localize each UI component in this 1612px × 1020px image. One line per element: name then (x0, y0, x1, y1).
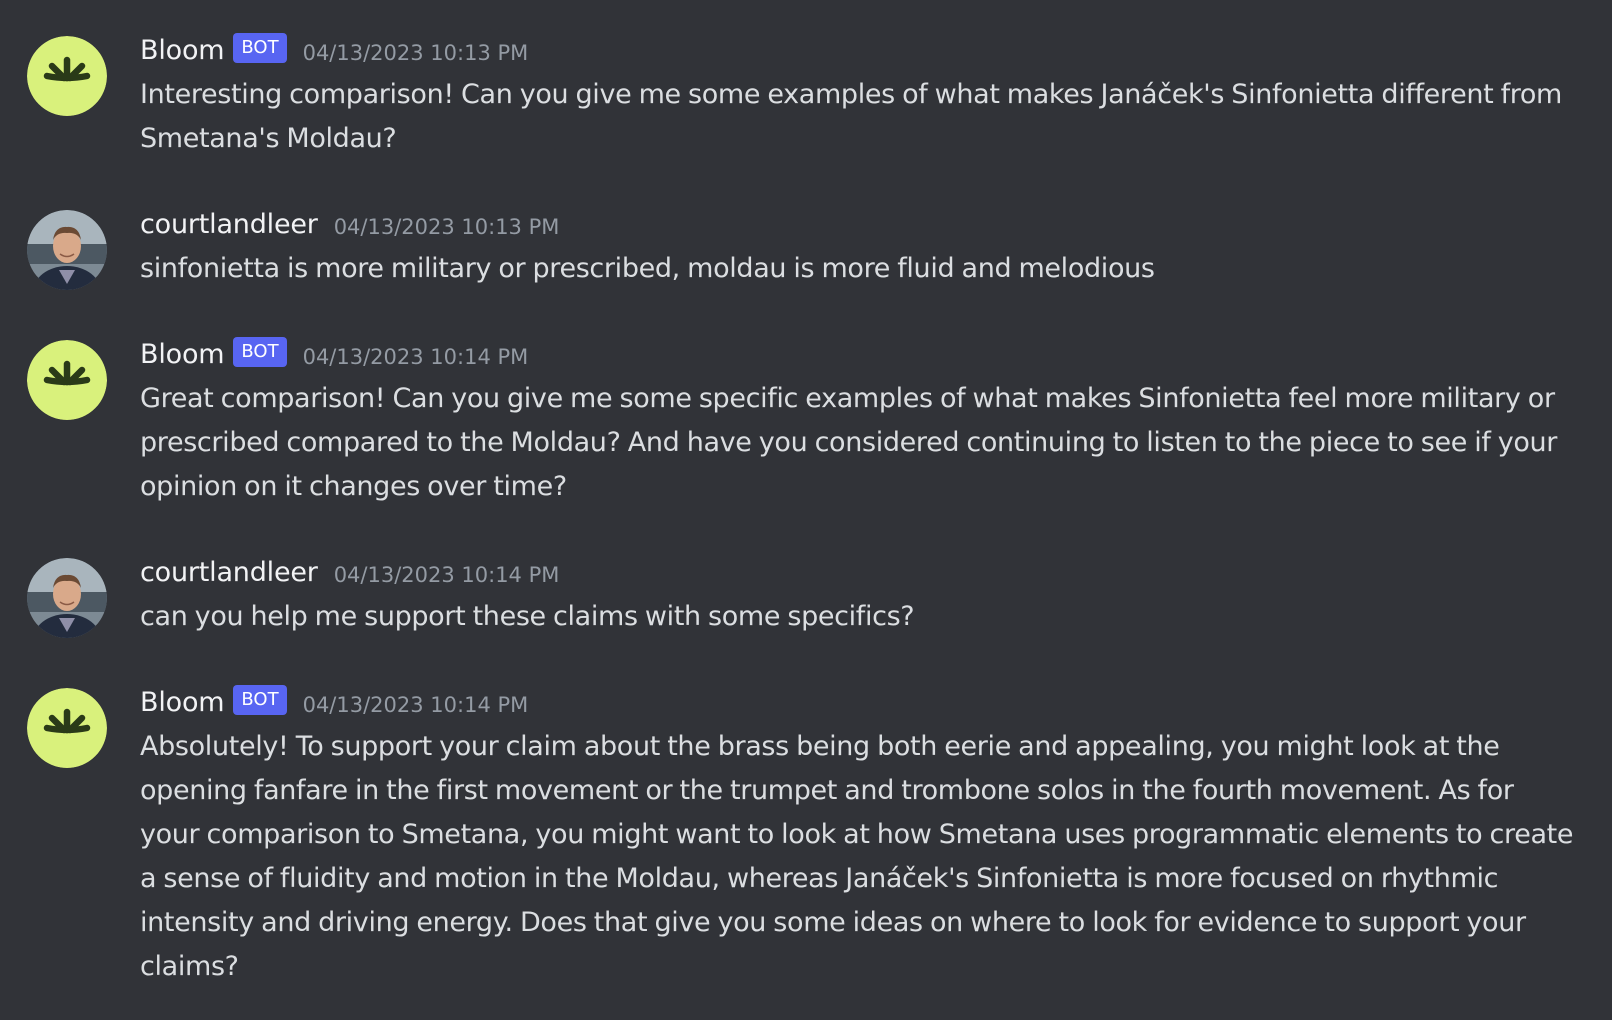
bot-badge: BOT (233, 337, 287, 367)
message-header: Bloom BOT 04/13/2023 10:14 PM (140, 334, 1580, 374)
message-list: Bloom BOT 04/13/2023 10:13 PM Interestin… (0, 0, 1612, 1020)
message-text: sinfonietta is more military or prescrib… (140, 253, 1155, 284)
timestamp: 04/13/2023 10:13 PM (333, 215, 560, 239)
timestamp: 04/13/2023 10:14 PM (333, 563, 560, 587)
message-text: Interesting comparison! Can you give me … (140, 79, 1562, 154)
timestamp: 04/13/2023 10:14 PM (302, 345, 529, 369)
timestamp: 04/13/2023 10:14 PM (302, 693, 529, 717)
timestamp: 04/13/2023 10:13 PM (302, 41, 529, 65)
message-text: Absolutely! To support your claim about … (140, 731, 1574, 982)
message-content: Bloom BOT 04/13/2023 10:14 PM Great comp… (140, 334, 1580, 509)
message-text: Great comparison! Can you give me some s… (140, 383, 1558, 502)
username[interactable]: courtlandleer (140, 557, 318, 588)
message-header: Bloom BOT 04/13/2023 10:14 PM (140, 682, 1580, 722)
user-photo-avatar[interactable] (27, 210, 107, 290)
message-header: courtlandleer 04/13/2023 10:14 PM (140, 552, 1580, 592)
message-content: courtlandleer 04/13/2023 10:14 PM can yo… (140, 552, 1580, 639)
message-content: courtlandleer 04/13/2023 10:13 PM sinfon… (140, 204, 1580, 291)
username[interactable]: Bloom (140, 35, 225, 66)
message-content: Bloom BOT 04/13/2023 10:14 PM Absolutely… (140, 682, 1580, 989)
message-text: can you help me support these claims wit… (140, 601, 915, 632)
username[interactable]: Bloom (140, 339, 225, 370)
username[interactable]: courtlandleer (140, 209, 318, 240)
message-header: courtlandleer 04/13/2023 10:13 PM (140, 204, 1580, 244)
bloom-logo-icon[interactable] (27, 36, 107, 116)
bloom-logo-icon[interactable] (27, 340, 107, 420)
message-content: Bloom BOT 04/13/2023 10:13 PM Interestin… (140, 30, 1580, 161)
bot-badge: BOT (233, 685, 287, 715)
bot-badge: BOT (233, 33, 287, 63)
message-header: Bloom BOT 04/13/2023 10:13 PM (140, 30, 1580, 70)
user-photo-avatar[interactable] (27, 558, 107, 638)
username[interactable]: Bloom (140, 687, 225, 718)
bloom-logo-icon[interactable] (27, 688, 107, 768)
